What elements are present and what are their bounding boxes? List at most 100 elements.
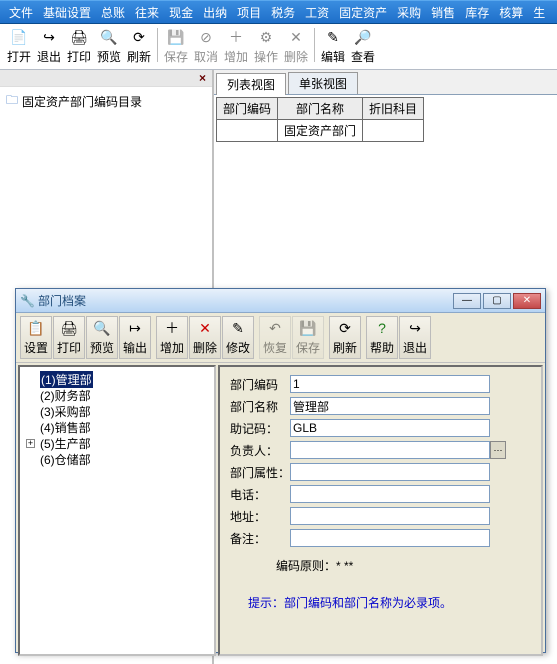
dlg-tb-删除-button[interactable]: ✕删除 — [189, 316, 221, 359]
tb-label: 退出 — [403, 339, 427, 356]
dialog-toolbar: 📋设置🖨打印🔍预览↦输出＋增加✕删除✎修改↶恢复💾保存⟳刷新?帮助 ↪ 退出 — [16, 313, 545, 363]
close-pane-icon[interactable]: × — [195, 71, 210, 85]
expand-icon[interactable]: + — [26, 439, 35, 448]
menu-accounting[interactable]: 核算 — [494, 2, 528, 23]
tb-icon: ＋ — [227, 28, 245, 46]
dept-form: 部门编码 部门名称 助记码： 负责人： ⋯ 部门属性： — [218, 365, 543, 656]
dlg-tb-输出-button[interactable]: ↦输出 — [119, 316, 151, 359]
tree-root-label: 固定资产部门编码目录 — [22, 93, 142, 110]
tb-刷新-button[interactable]: ⟳刷新 — [124, 26, 154, 67]
dept-tree-item[interactable]: +(5)生产部 — [22, 435, 212, 451]
menu-inventory[interactable]: 库存 — [460, 2, 494, 23]
menu-cashier[interactable]: 出纳 — [198, 2, 232, 23]
menu-salary[interactable]: 工资 — [300, 2, 334, 23]
mnemonic-field[interactable] — [290, 419, 490, 437]
menu-cash[interactable]: 现金 — [164, 2, 198, 23]
tb-打开-button[interactable]: 📄打开 — [4, 26, 34, 67]
note-field[interactable] — [290, 529, 490, 547]
tb-icon: ↶ — [266, 319, 284, 337]
tb-label: 删除 — [193, 339, 217, 356]
col-dept-name[interactable]: 部门名称 — [278, 98, 363, 120]
tel-field[interactable] — [290, 485, 490, 503]
owner-lookup-button[interactable]: ⋯ — [490, 441, 506, 459]
tab-single-view[interactable]: 单张视图 — [288, 72, 358, 94]
tb-icon: ↪ — [406, 319, 424, 337]
minimize-button[interactable]: — — [453, 293, 481, 309]
attr-field[interactable] — [290, 463, 490, 481]
dept-name-field[interactable] — [290, 397, 490, 415]
dlg-tb-修改-button[interactable]: ✎修改 — [222, 316, 254, 359]
table-row[interactable]: 固定资产部门 — [217, 120, 424, 142]
label-attr: 部门属性： — [230, 464, 290, 481]
menu-purchase[interactable]: 采购 — [392, 2, 426, 23]
tree-item-label: (1)管理部 — [40, 371, 93, 388]
menu-fixed-assets[interactable]: 固定资产 — [334, 2, 392, 23]
tb-label: 帮助 — [370, 339, 394, 356]
menu-more[interactable]: 生 — [528, 2, 550, 23]
maximize-button[interactable]: ▢ — [483, 293, 511, 309]
folder-icon: 🗀 — [6, 91, 18, 112]
label-tel: 电话： — [230, 486, 290, 503]
close-button[interactable]: ✕ — [513, 293, 541, 309]
dept-tree-item[interactable]: (1)管理部 — [22, 371, 212, 387]
tb-label: 保存 — [164, 48, 188, 65]
col-depreciation[interactable]: 折旧科目 — [363, 98, 424, 120]
tb-icon: ⚙ — [257, 28, 275, 46]
dlg-tb-保存-button: 💾保存 — [292, 316, 324, 359]
menu-sales[interactable]: 销售 — [426, 2, 460, 23]
tb-打印-button[interactable]: 🖨打印 — [64, 26, 94, 67]
dept-tree-item[interactable]: (2)财务部 — [22, 387, 212, 403]
addr-field[interactable] — [290, 507, 490, 525]
label-note: 备注： — [230, 530, 290, 547]
menu-ledger[interactable]: 总账 — [96, 2, 130, 23]
tb-删除-button: ✕删除 — [281, 26, 311, 67]
tab-list-view[interactable]: 列表视图 — [216, 73, 286, 95]
tb-退出-button[interactable]: ↪退出 — [34, 26, 64, 67]
tb-icon: 📋 — [27, 319, 45, 337]
tb-label: 查看 — [351, 48, 375, 65]
dialog-titlebar[interactable]: 🔧 部门档案 — ▢ ✕ — [16, 289, 545, 313]
tb-label: 保存 — [296, 339, 320, 356]
tb-label: 操作 — [254, 48, 278, 65]
menu-base-settings[interactable]: 基础设置 — [38, 2, 96, 23]
dlg-tb-设置-button[interactable]: 📋设置 — [20, 316, 52, 359]
tb-icon: 🔍 — [100, 28, 118, 46]
tb-查看-button[interactable]: 🔎查看 — [348, 26, 378, 67]
hint-text: 提示：部门编码和部门名称为必录项。 — [230, 574, 531, 611]
dept-tree-item[interactable]: (4)销售部 — [22, 419, 212, 435]
tree-item-label: (2)财务部 — [40, 387, 91, 404]
owner-field[interactable] — [290, 441, 490, 459]
tree-item-label: (3)采购部 — [40, 403, 91, 420]
tb-取消-button: ⊘ 取消 — [191, 26, 221, 67]
dlg-tb-帮助-button[interactable]: ?帮助 — [366, 316, 398, 359]
main-menu-bar: 文件 基础设置 总账 往来 现金 出纳 项目 税务 工资 固定资产 采购 销售 … — [0, 0, 557, 24]
dept-tree-item[interactable]: (3)采购部 — [22, 403, 212, 419]
dlg-tb-增加-button[interactable]: ＋增加 — [156, 316, 188, 359]
tb-icon: 🔍 — [93, 319, 111, 337]
tb-预览-button[interactable]: 🔍预览 — [94, 26, 124, 67]
dept-code-field[interactable] — [290, 375, 490, 393]
tb-icon: 📄 — [10, 28, 28, 46]
dlg-tb-恢复-button: ↶恢复 — [259, 316, 291, 359]
col-dept-code[interactable]: 部门编码 — [217, 98, 278, 120]
wrench-icon: 🔧 — [20, 294, 34, 308]
dlg-tb-预览-button[interactable]: 🔍预览 — [86, 316, 118, 359]
tree-root-node[interactable]: 🗀 固定资产部门编码目录 — [6, 91, 206, 112]
tb-编辑-button[interactable]: ✎编辑 — [318, 26, 348, 67]
tb-label: 取消 — [194, 48, 218, 65]
menu-file[interactable]: 文件 — [4, 2, 38, 23]
tb-label: 刷新 — [333, 339, 357, 356]
menu-dealings[interactable]: 往来 — [130, 2, 164, 23]
dlg-tb-打印-button[interactable]: 🖨打印 — [53, 316, 85, 359]
dept-archive-dialog: 🔧 部门档案 — ▢ ✕ 📋设置🖨打印🔍预览↦输出＋增加✕删除✎修改↶恢复💾保存… — [15, 288, 546, 653]
menu-tax[interactable]: 税务 — [266, 2, 300, 23]
tb-icon: ⊘ — [197, 28, 215, 46]
tb-label: 编辑 — [321, 48, 345, 65]
cell-code — [217, 120, 278, 142]
dept-tree-item[interactable]: (6)仓储部 — [22, 451, 212, 467]
tb-icon: ⟳ — [130, 28, 148, 46]
dept-tree: (1)管理部(2)财务部(3)采购部(4)销售部+(5)生产部(6)仓储部 — [18, 365, 216, 656]
menu-project[interactable]: 项目 — [232, 2, 266, 23]
dlg-tb-刷新-button[interactable]: ⟳刷新 — [329, 316, 361, 359]
dlg-tb-退出-button[interactable]: ↪ 退出 — [399, 316, 431, 359]
